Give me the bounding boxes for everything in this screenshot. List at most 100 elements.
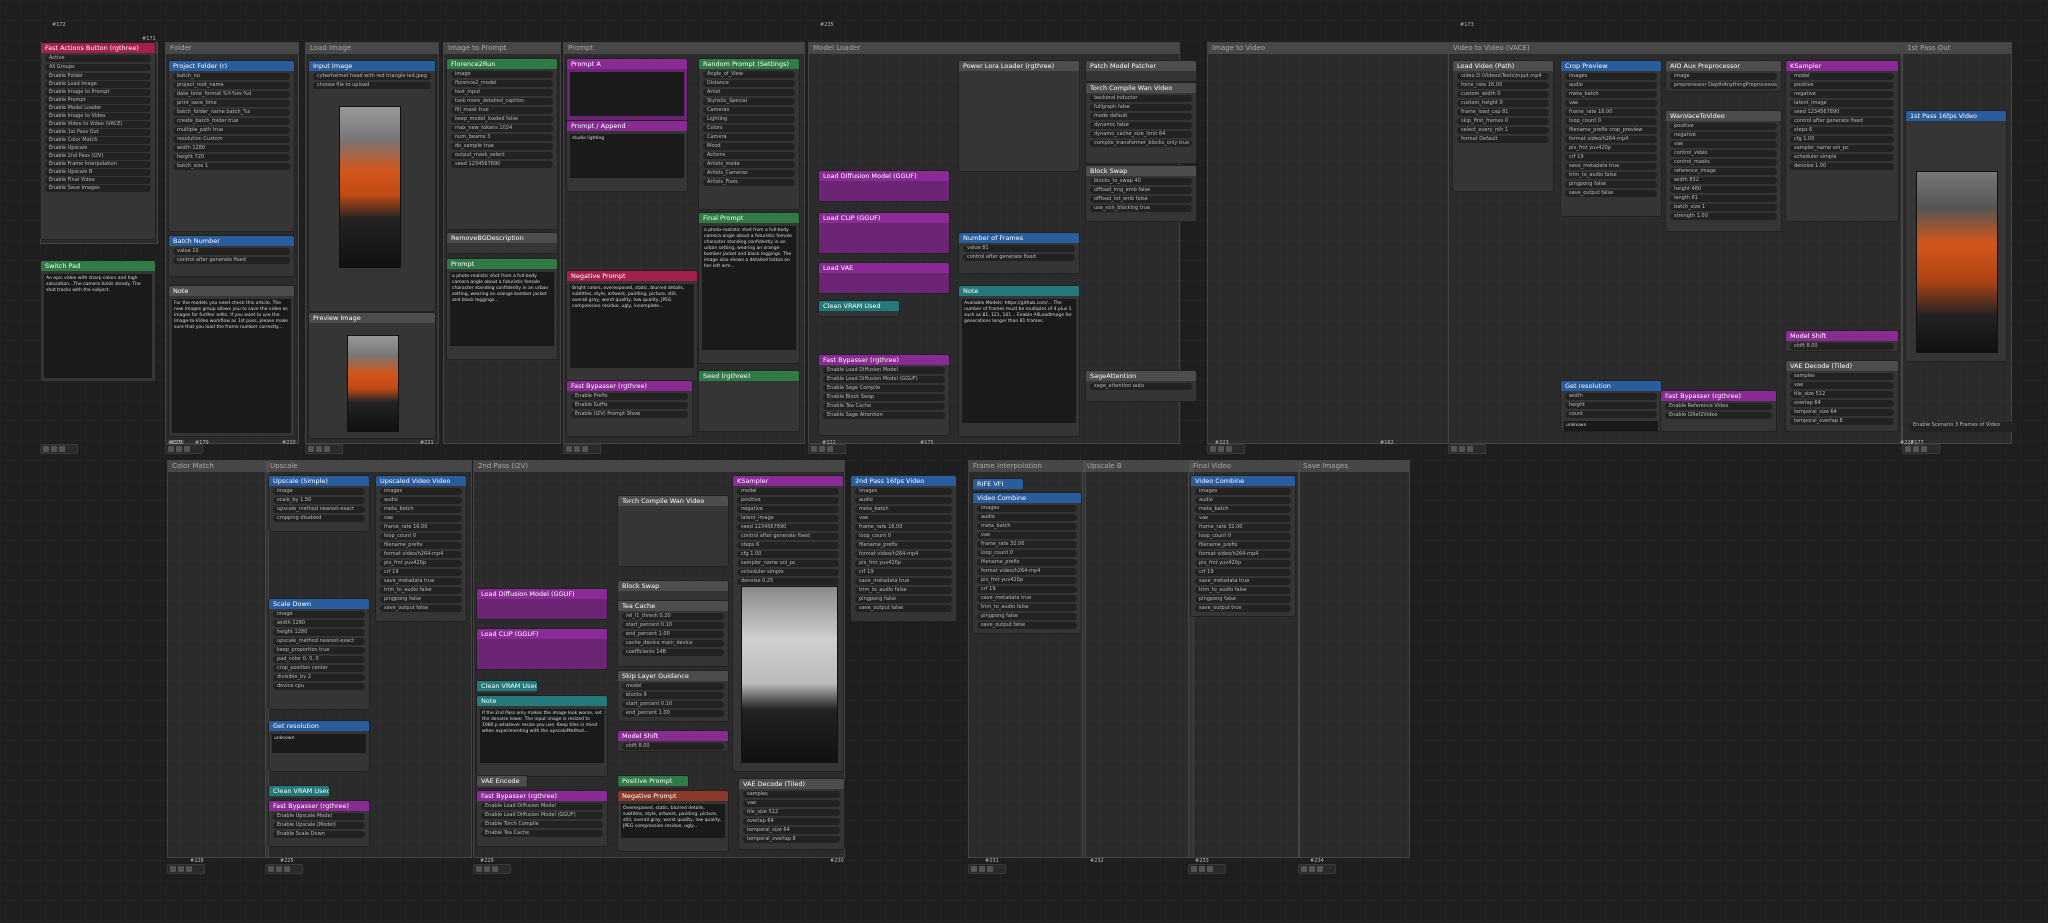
group-toolbar[interactable] [968, 864, 1006, 874]
field-loop-count[interactable]: loop_count 0 [977, 550, 1077, 557]
negative-prompt-node[interactable]: Negative Prompt Bright colors, overexpose… [566, 270, 698, 382]
node-text[interactable]: For the models you need check this artic… [172, 299, 291, 433]
model-patcher-node[interactable]: Patch Model Patcher [1085, 60, 1197, 82]
field-trim-to-audio[interactable]: trim_to_audio false [1195, 587, 1291, 594]
field-format[interactable]: format video/h264-mp4 [1565, 136, 1657, 143]
vae-decode2-node[interactable]: VAE Decode (Tiled) samples vae tile_size 51… [738, 778, 845, 850]
fast-bypass4-node[interactable]: Fast Bypasser (rgthree) Enable Upscale Mo… [268, 800, 370, 847]
field-meta-batch[interactable]: meta_batch [855, 506, 952, 513]
node-title[interactable]: Project Folder (r) [169, 61, 294, 71]
node-title[interactable]: Load Diffusion Model (GGUF) [819, 171, 949, 181]
group-toolbar[interactable] [808, 444, 846, 454]
field-filename-prefix[interactable]: filename_prefix [380, 542, 462, 549]
field-samples[interactable]: samples [1790, 373, 1894, 380]
group-toolbar[interactable] [265, 864, 303, 874]
seed-node[interactable]: Seed (rgthree) [698, 370, 800, 432]
field-blocks-to-swap[interactable]: blocks_to_swap 40 [1090, 178, 1192, 185]
node-title[interactable]: Load Video (Path) [1453, 61, 1553, 71]
toolbar-button[interactable] [1301, 866, 1307, 872]
field-negative[interactable]: negative [1790, 91, 1894, 98]
field-crf[interactable]: crf 19 [855, 569, 952, 576]
remove-bg-node[interactable]: RemoveBGDescription [446, 232, 558, 254]
group-toolbar[interactable] [165, 444, 203, 454]
node-title[interactable]: RIFE VFI [973, 479, 1023, 489]
field-format[interactable]: format video/h264-mp4 [380, 551, 462, 558]
node-title[interactable]: KSampler [1786, 61, 1898, 71]
node-title[interactable]: Prompt [447, 259, 557, 269]
field-positive[interactable]: positive [737, 497, 839, 504]
group-toggle[interactable]: Enable Image to Video [45, 113, 151, 120]
node-title[interactable]: Load VAE [819, 263, 949, 273]
field-save-metadata[interactable]: save_metadata true [380, 578, 462, 585]
field-samples[interactable]: samples [743, 791, 840, 798]
field-multiple-path[interactable]: multiple_path true [173, 127, 290, 134]
field-filename-prefix[interactable]: filename_prefix crop_preview [1565, 127, 1657, 134]
field-tile-size[interactable]: tile_size 512 [743, 809, 840, 816]
toolbar-button[interactable] [819, 446, 825, 452]
toolbar-button[interactable] [476, 866, 482, 872]
group-toolbar[interactable] [167, 864, 205, 874]
field-model[interactable]: model [1790, 73, 1894, 80]
node-title[interactable]: Fast Actions Button (rgthree) [41, 43, 155, 53]
toolbar-button[interactable] [574, 446, 580, 452]
node-title[interactable]: Fast Bypasser (rgthree) [819, 355, 949, 365]
toggle-item[interactable]: Enable Sage Compile [823, 385, 945, 392]
field-dynamo-cache-size-limit[interactable]: dynamo_cache_size_limit 64 [1090, 131, 1192, 138]
node-text[interactable]: unknown [272, 734, 366, 753]
node-title[interactable]: Fast Bypasser (rgthree) [477, 791, 607, 801]
get-resolution-node[interactable]: Get resolution width height count unknown [1560, 380, 1662, 432]
group-toolbar[interactable] [473, 864, 511, 874]
get-resolution2-node[interactable]: Get resolution unknown [268, 720, 370, 772]
field-trim-to-audio[interactable]: trim_to_audio false [1565, 172, 1657, 179]
node-title[interactable]: Get resolution [1561, 381, 1661, 391]
final-prompt-node[interactable]: Final Prompt a photo-realistic shot from … [698, 212, 800, 364]
toggle-item[interactable]: Enable Load Diffusion Model [481, 803, 603, 810]
field-print-save-time[interactable]: print_save_time [173, 100, 290, 107]
field-denoise[interactable]: denoise 0.25 [737, 578, 839, 585]
group-toolbar[interactable] [563, 444, 601, 454]
field-scheduler[interactable]: scheduler simple [737, 569, 839, 576]
field-frame-rate[interactable]: frame_rate 32.00 [1195, 524, 1291, 531]
toolbar-button[interactable] [979, 866, 985, 872]
field-steps[interactable]: steps 6 [737, 542, 839, 549]
field-blocks[interactable]: blocks 9 [622, 692, 724, 699]
toolbar-button[interactable] [1451, 446, 1457, 452]
node-title[interactable]: Scale Down [269, 599, 369, 609]
field-images[interactable]: images [380, 488, 462, 495]
field-crf[interactable]: crf 19 [380, 569, 462, 576]
node-title[interactable]: Note [959, 286, 1079, 296]
group-toolbar[interactable] [1207, 444, 1245, 454]
group-toggle[interactable]: Enable Model Loader [45, 105, 151, 112]
skip-layer-node[interactable]: Skip Layer Guidance model blocks 9 start_pe… [617, 670, 729, 722]
field-create-batch-folder[interactable]: create_batch_folder true [173, 118, 290, 125]
node-title[interactable]: Final Prompt [699, 213, 799, 223]
field-start-percent[interactable]: start_percent 0.10 [622, 622, 724, 629]
node-text[interactable] [570, 72, 684, 116]
field-audio[interactable]: audio [380, 497, 462, 504]
random-prompt-node[interactable]: Random Prompt (Settings) Angle_of_View Dis… [698, 58, 800, 210]
node-title[interactable]: VAE Encode [477, 776, 527, 786]
toggle-item[interactable]: Enable Load Diffusion Model (GGUF) [481, 812, 603, 819]
field-end-percent[interactable]: end_percent 1.00 [622, 710, 724, 717]
field-offload-img-emb[interactable]: offload_img_emb false [1090, 187, 1192, 194]
toggle-item[interactable]: Enable Upscale (Model) [273, 822, 365, 829]
node-title[interactable]: Torch Compile Wan Video [618, 496, 728, 506]
group-toolbar[interactable] [40, 444, 78, 454]
field-divisible-by[interactable]: divisible_by 2 [273, 674, 365, 681]
field-filename-prefix[interactable]: filename_prefix [1195, 542, 1291, 549]
field-cfg[interactable]: cfg 1.00 [737, 551, 839, 558]
toggle-item[interactable]: Enable Tea Cache [481, 830, 603, 837]
field-rel-l1-thresh[interactable]: rel_l1_thresh 0.20 [622, 613, 724, 620]
image-file-select[interactable]: cyberhelmet head with red triangle led.j… [313, 73, 431, 80]
toolbar-button[interactable] [1226, 446, 1232, 452]
field-height[interactable]: height 1280 [273, 629, 365, 636]
node-title[interactable]: Model Shift [1786, 331, 1898, 341]
field-coefficients[interactable]: coefficients 14B [622, 649, 724, 656]
node-title[interactable]: Crop Preview [1561, 61, 1661, 71]
node-title[interactable]: Prompt A [567, 59, 687, 69]
toggle-item[interactable]: Enable Sage Attention [823, 412, 945, 419]
field-width[interactable]: width [1565, 393, 1657, 400]
field-save-metadata[interactable]: save_metadata true [855, 578, 952, 585]
field-batch-folder-name[interactable]: batch_folder_name batch_%s [173, 109, 290, 116]
field-width[interactable]: width 832 [1670, 177, 1777, 184]
